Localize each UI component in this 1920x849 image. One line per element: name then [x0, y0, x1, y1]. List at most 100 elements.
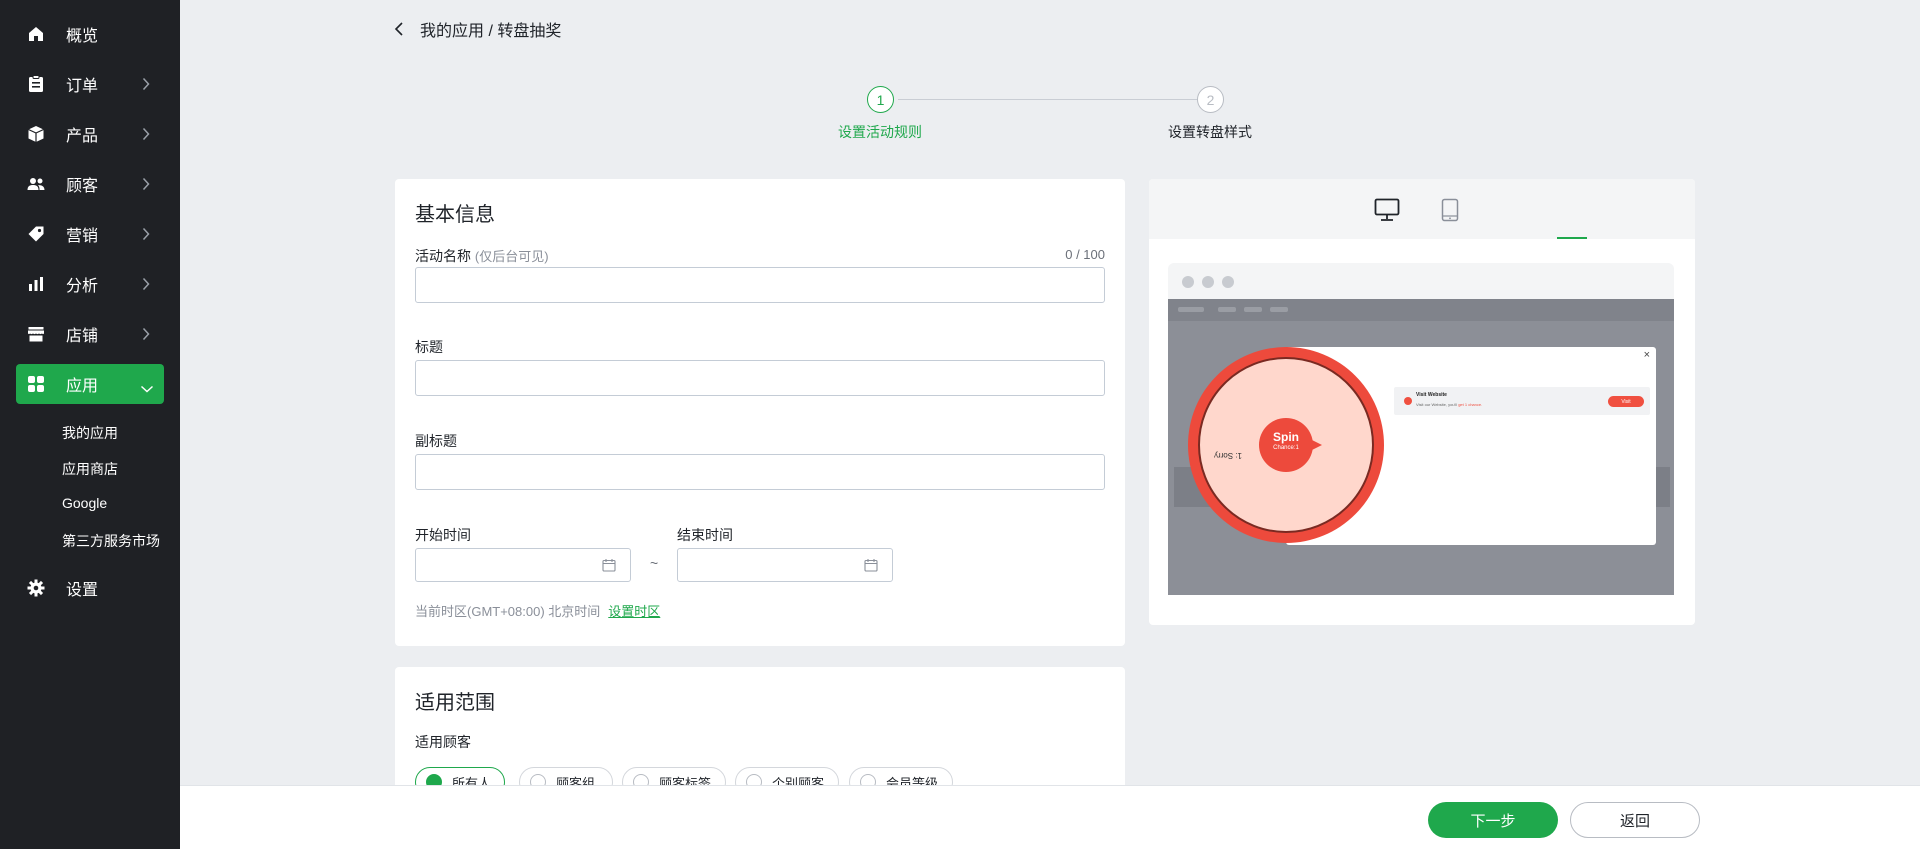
activity-name-label: 活动名称 (仅后台可见)	[415, 246, 549, 266]
sidebar-item-products[interactable]: 产品	[16, 114, 164, 154]
main-content: 我的应用 / 转盘抽奖 1 2 设置活动规则 设置转盘样式 基本信息 活动名称 …	[180, 0, 1920, 785]
wheel-segment-label: 1: Sorry	[1214, 451, 1243, 460]
scope-option-individual[interactable]: 个别顾客	[735, 767, 839, 785]
sidebar-item-analytics[interactable]: 分析	[16, 264, 164, 304]
clipboard-icon	[26, 74, 46, 94]
step-2-circle: 2	[1197, 86, 1224, 113]
footer-bar: 下一步 返回	[180, 785, 1920, 849]
radio-icon	[860, 774, 876, 785]
active-tab-indicator	[1557, 237, 1587, 239]
lottery-wheel: 1: Sorry Spin Chance:1	[1188, 347, 1384, 543]
end-time-picker[interactable]	[677, 548, 893, 582]
alert-icon	[1404, 397, 1412, 405]
start-time-label: 开始时间	[415, 527, 471, 543]
sidebar-item-apps[interactable]: 应用	[16, 364, 164, 404]
timezone-text: 当前时区(GMT+08:00) 北京时间	[415, 604, 601, 619]
sidebar-item-label: 应用	[66, 378, 99, 395]
timezone-info: 当前时区(GMT+08:00) 北京时间 设置时区	[415, 601, 660, 620]
task-desc: Visit our Website, you'll get 1 chance.	[1416, 402, 1482, 407]
task-visit-website: Visit Website Visit our Website, you'll …	[1394, 387, 1650, 415]
title-input[interactable]	[415, 360, 1105, 396]
task-desc-highlight: get 1 chance.	[1458, 402, 1483, 407]
box-icon	[26, 124, 46, 144]
chevron-right-icon	[142, 227, 150, 246]
calendar-icon	[864, 558, 878, 577]
sidebar-item-label: 分析	[66, 278, 99, 295]
sidebar-subitem-app-store[interactable]: 应用商店	[62, 459, 118, 479]
chances-label: Chance:1	[1273, 445, 1299, 451]
sidebar: 概览 订单 产品 顾客 营销 分析 店铺 应用 我的应用 应用商店 Google…	[0, 0, 180, 849]
spin-label: Spin	[1273, 430, 1299, 444]
sidebar-subitem-my-apps[interactable]: 我的应用	[62, 423, 118, 443]
breadcrumb-text[interactable]: 我的应用 / 转盘抽奖	[420, 17, 561, 41]
scope-option-label: 会员等级	[886, 775, 939, 786]
sidebar-subitem-google[interactable]: Google	[62, 495, 107, 511]
chevron-right-icon	[142, 327, 150, 346]
scope-title: 适用范围	[415, 692, 495, 714]
title-label: 标题	[415, 339, 443, 355]
sidebar-item-store[interactable]: 店铺	[16, 314, 164, 354]
bar-chart-icon	[26, 274, 46, 294]
sidebar-item-orders[interactable]: 订单	[16, 64, 164, 104]
scope-option-all[interactable]: 所有人	[415, 767, 505, 785]
sidebar-item-overview[interactable]: 概览	[16, 14, 164, 54]
activity-name-label-text: 活动名称	[415, 248, 471, 264]
tablet-icon[interactable]	[1435, 195, 1465, 225]
sidebar-subitem-third-party-market[interactable]: 第三方服务市场	[62, 531, 160, 551]
users-icon	[26, 174, 46, 194]
browser-page: × Visit Website Visit our Website, you'l…	[1168, 299, 1674, 595]
preview-card: × Visit Website Visit our Website, you'l…	[1149, 179, 1695, 625]
sidebar-item-label: 营销	[66, 228, 99, 245]
breadcrumb: 我的应用 / 转盘抽奖	[394, 17, 561, 41]
set-timezone-link[interactable]: 设置时区	[608, 604, 660, 619]
next-step-button[interactable]: 下一步	[1428, 802, 1558, 838]
scope-option-member-level[interactable]: 会员等级	[849, 767, 953, 785]
browser-mockup: × Visit Website Visit our Website, you'l…	[1168, 263, 1674, 615]
gear-icon	[26, 578, 46, 598]
close-icon[interactable]: ×	[1644, 349, 1650, 361]
sidebar-item-label: 产品	[66, 128, 99, 145]
end-time-label: 结束时间	[677, 527, 733, 543]
activity-name-hint: (仅后台可见)	[474, 249, 549, 264]
step-1-label: 设置活动规则	[838, 124, 922, 140]
sidebar-item-settings[interactable]: 设置	[16, 568, 164, 608]
store-icon	[26, 324, 46, 344]
scope-option-label: 个别顾客	[772, 775, 825, 786]
sidebar-item-customers[interactable]: 顾客	[16, 164, 164, 204]
sidebar-item-marketing[interactable]: 营销	[16, 214, 164, 254]
basic-info-card: 基本信息 活动名称 (仅后台可见) 0 / 100 标题 副标题 开始时间 结束…	[395, 179, 1125, 646]
basic-info-title: 基本信息	[415, 204, 495, 226]
sidebar-item-label: 概览	[66, 28, 99, 45]
preview-device-tabs	[1149, 179, 1695, 239]
spin-button[interactable]: Spin Chance:1	[1259, 418, 1313, 472]
calendar-icon	[602, 558, 616, 577]
chevron-right-icon	[142, 127, 150, 146]
task-desc-text: Visit our Website, you'll	[1416, 402, 1458, 407]
apps-icon	[26, 374, 46, 394]
start-time-picker[interactable]	[415, 548, 631, 582]
home-icon	[26, 24, 46, 44]
window-dot	[1202, 276, 1214, 288]
radio-icon	[530, 774, 546, 785]
step-2-label: 设置转盘样式	[1168, 124, 1252, 140]
chevron-right-icon	[142, 77, 150, 96]
browser-bar	[1168, 263, 1674, 299]
step-1-circle: 1	[867, 86, 894, 113]
radio-checked-icon	[426, 774, 442, 785]
chevron-right-icon	[142, 277, 150, 296]
subtitle-input[interactable]	[415, 454, 1105, 490]
back-arrow-icon[interactable]	[394, 20, 412, 38]
task-title: Visit Website	[1416, 392, 1447, 398]
applicable-customers-label: 适用顾客	[415, 734, 471, 750]
activity-name-input[interactable]	[415, 267, 1105, 303]
scope-option-customer-tag[interactable]: 顾客标签	[622, 767, 726, 785]
visit-button[interactable]: Visit	[1608, 396, 1644, 407]
sidebar-item-label: 店铺	[66, 328, 99, 345]
desktop-icon[interactable]	[1372, 195, 1402, 225]
chevron-down-icon	[140, 380, 154, 398]
scope-option-label: 所有人	[452, 775, 492, 786]
browser-page-nav	[1168, 299, 1674, 321]
back-button[interactable]: 返回	[1570, 802, 1700, 838]
activity-name-counter: 0 / 100	[1065, 247, 1105, 262]
scope-option-customer-group[interactable]: 顾客组	[519, 767, 613, 785]
